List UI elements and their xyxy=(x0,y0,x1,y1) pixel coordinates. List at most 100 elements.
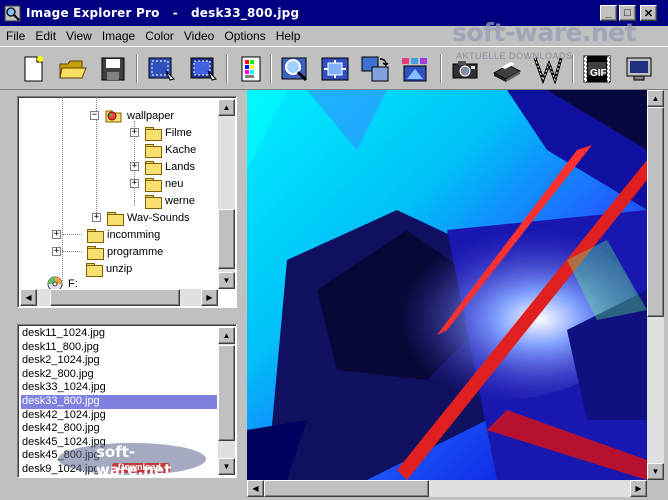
folder-icon xyxy=(145,160,162,175)
tree-item-label: F: xyxy=(68,277,78,290)
file-item[interactable]: desk42_1024.jpg xyxy=(21,409,107,423)
expand-icon[interactable]: + xyxy=(52,247,61,256)
scroll-left-icon[interactable]: ◀ xyxy=(247,480,264,497)
scroll-right-icon[interactable]: ▶ xyxy=(201,289,218,306)
image-horizontal-scrollbar[interactable]: ◀ ▶ xyxy=(247,480,647,497)
tree-horizontal-scrollbar[interactable]: ◀ ▶ xyxy=(20,289,218,306)
scanner-icon xyxy=(492,62,522,82)
fit-window-button[interactable] xyxy=(318,53,352,85)
menu-options[interactable]: Options xyxy=(224,29,265,43)
tree-item-filme[interactable]: + Filme xyxy=(130,124,192,141)
expand-icon[interactable]: + xyxy=(130,179,139,188)
globe-folder-icon xyxy=(105,110,122,122)
file-list[interactable]: desk11_1024.jpg desk11_800.jpg desk2_102… xyxy=(17,324,237,478)
new-file-button[interactable] xyxy=(16,53,50,85)
tree-vertical-scrollbar[interactable]: ▲ ▼ xyxy=(218,99,235,289)
tree-item-werne[interactable]: werne xyxy=(145,192,195,209)
menu-file[interactable]: File xyxy=(6,29,25,43)
folder-icon xyxy=(145,194,162,209)
rotate-button[interactable] xyxy=(358,53,392,85)
tree-item-wav-sounds[interactable]: + Wav-Sounds xyxy=(92,209,190,226)
menu-video[interactable]: Video xyxy=(184,29,214,43)
select-region-button[interactable] xyxy=(144,53,178,85)
scroll-thumb[interactable] xyxy=(50,289,180,306)
open-folder-icon xyxy=(59,60,87,79)
close-button[interactable]: ✕ xyxy=(640,5,657,21)
menu-bar: File Edit View Image Color Video Options… xyxy=(0,26,668,46)
file-item[interactable]: desk2_800.jpg xyxy=(21,368,95,382)
expand-icon[interactable]: + xyxy=(130,162,139,171)
tree-item-wallpaper[interactable]: − wallpaper xyxy=(90,107,174,124)
scroll-up-icon[interactable]: ▲ xyxy=(218,99,235,116)
scroll-right-icon[interactable]: ▶ xyxy=(630,480,647,497)
scroll-down-icon[interactable]: ▼ xyxy=(647,463,664,480)
folder-icon xyxy=(145,143,162,158)
scroll-left-icon[interactable]: ◀ xyxy=(20,289,37,306)
close-icon: ✕ xyxy=(643,7,654,20)
tree-item-incomming[interactable]: + incomming xyxy=(52,226,160,243)
file-item-selected[interactable]: desk33_800.jpg xyxy=(21,395,217,409)
tree-item-kache[interactable]: Kache xyxy=(145,141,196,158)
file-item[interactable]: desk11_800.jpg xyxy=(21,341,100,355)
file-item[interactable]: desk11_1024.jpg xyxy=(21,327,106,341)
expand-icon[interactable]: + xyxy=(52,230,61,239)
select-active-icon xyxy=(190,57,217,81)
scroll-thumb[interactable] xyxy=(218,345,235,441)
menu-edit[interactable]: Edit xyxy=(35,29,56,43)
tree-item-label: neu xyxy=(165,177,184,190)
tree-item-label: Lands xyxy=(165,160,195,173)
select-active-button[interactable] xyxy=(186,53,220,85)
select-rect-icon xyxy=(148,57,175,81)
filmstrip-button[interactable] xyxy=(530,53,564,85)
scanner-button[interactable] xyxy=(490,53,524,85)
tree-item-programme[interactable]: + programme xyxy=(52,243,163,260)
thumbnails-button[interactable] xyxy=(398,53,432,85)
folder-icon xyxy=(87,245,104,260)
file-item[interactable]: desk45_1024.jpg xyxy=(21,436,107,450)
expand-icon[interactable]: + xyxy=(92,213,101,222)
image-viewer[interactable] xyxy=(247,90,647,480)
tree-item-lands[interactable]: + Lands xyxy=(130,158,195,175)
scroll-thumb[interactable] xyxy=(264,480,429,497)
palette-button[interactable] xyxy=(234,53,268,85)
camera-button[interactable] xyxy=(448,53,482,85)
gif-button[interactable]: GIF xyxy=(580,53,614,85)
scroll-down-icon[interactable]: ▼ xyxy=(218,272,235,289)
menu-view[interactable]: View xyxy=(66,29,92,43)
image-vertical-scrollbar[interactable]: ▲ ▼ xyxy=(647,90,664,480)
tree-item-neu[interactable]: + neu xyxy=(130,175,183,192)
folder-tree[interactable]: − wallpaper + Filme Kache + Lands + neu … xyxy=(17,96,237,308)
scroll-thumb[interactable] xyxy=(647,107,664,317)
scroll-down-icon[interactable]: ▼ xyxy=(218,458,235,475)
file-item[interactable]: desk33_1024.jpg xyxy=(21,381,107,395)
minimize-icon: _ xyxy=(605,7,612,19)
file-item[interactable]: desk45_800.jpg xyxy=(21,449,101,463)
file-item[interactable]: desk9_1024.jpg xyxy=(21,463,101,477)
open-folder-button[interactable] xyxy=(56,53,90,85)
toolbar: GIF xyxy=(0,46,668,90)
expand-icon[interactable]: + xyxy=(130,128,139,137)
menu-image[interactable]: Image xyxy=(102,29,135,43)
file-item[interactable]: desk2_1024.jpg xyxy=(21,354,101,368)
collapse-icon[interactable]: − xyxy=(90,111,99,120)
file-item[interactable]: desk42_800.jpg xyxy=(21,422,101,436)
zoom-button[interactable] xyxy=(278,53,312,85)
minimize-button[interactable]: _ xyxy=(600,5,617,21)
tree-item-unzip[interactable]: unzip xyxy=(86,260,132,277)
app-icon[interactable] xyxy=(4,5,21,22)
save-button[interactable] xyxy=(96,53,130,85)
scroll-up-icon[interactable]: ▲ xyxy=(647,90,664,107)
menu-color[interactable]: Color xyxy=(145,29,174,43)
filmstrip-icon xyxy=(533,57,563,84)
maximize-button[interactable]: □ xyxy=(619,5,636,21)
thumbnails-icon xyxy=(402,58,427,82)
scroll-thumb[interactable] xyxy=(218,209,235,269)
menu-help[interactable]: Help xyxy=(276,29,301,43)
maximize-icon: □ xyxy=(624,7,631,19)
tree-item-label: programme xyxy=(107,245,164,258)
filelist-vertical-scrollbar[interactable]: ▲ ▼ xyxy=(218,327,235,475)
monitor-button[interactable] xyxy=(622,53,656,85)
window-title: Image Explorer Pro - desk33_800.jpg xyxy=(26,6,300,20)
gif-label: GIF xyxy=(590,68,607,79)
scroll-up-icon[interactable]: ▲ xyxy=(218,327,235,344)
